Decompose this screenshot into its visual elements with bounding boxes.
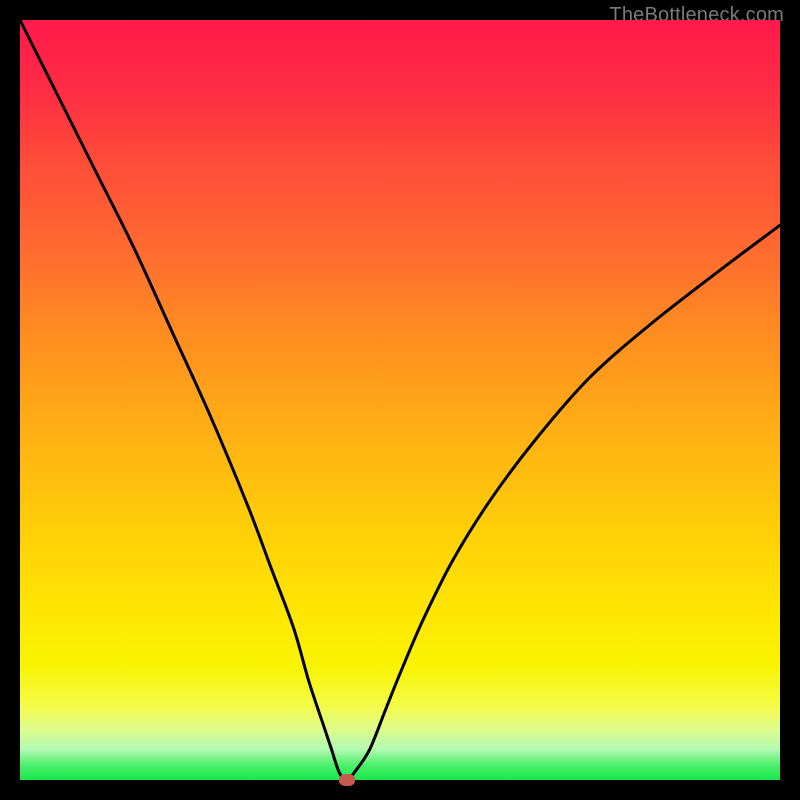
plot-area [20,20,780,780]
bottleneck-curve [20,20,780,780]
optimal-point-marker [339,774,355,786]
chart-frame: TheBottleneck.com [0,0,800,800]
